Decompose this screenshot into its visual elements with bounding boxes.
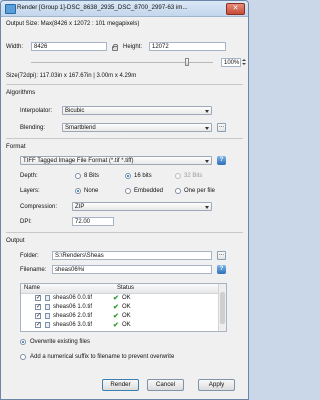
column-header-status[interactable]: Status — [117, 285, 134, 291]
divider — [6, 138, 243, 139]
suffix-radio[interactable] — [20, 354, 26, 360]
window-title: Render [Group 1]-DSC_8638_2935_DSC_8700_… — [17, 4, 188, 11]
layers-one-per-file-radio[interactable] — [175, 188, 181, 194]
layers-embedded-radio[interactable] — [125, 188, 131, 194]
scrollbar-thumb[interactable] — [220, 292, 225, 324]
layers-one-per-file-label: One per file — [184, 188, 216, 194]
close-button[interactable]: ✕ — [226, 3, 245, 15]
interpolator-select[interactable]: Bicubic — [62, 106, 212, 115]
scale-slider-handle[interactable] — [185, 58, 189, 66]
depth-label: Depth: — [20, 173, 38, 179]
overwrite-radio[interactable] — [20, 339, 26, 345]
table-scrollbar[interactable] — [218, 284, 226, 331]
algorithms-section-label: Algorithms — [6, 89, 36, 96]
check-icon: ✔ — [113, 322, 119, 329]
output-size-header: Output Size: Max(8426 x 12072 : 101 mega… — [6, 21, 140, 27]
help-icon[interactable]: ? — [217, 156, 226, 165]
render-dialog: Render [Group 1]-DSC_8638_2935_DSC_8700_… — [0, 0, 249, 400]
app-icon — [5, 4, 16, 14]
table-row[interactable]: ✓ sheas06 3.0.tif ✔ OK — [21, 321, 226, 330]
row-checkbox[interactable]: ✓ — [35, 313, 41, 319]
divider — [6, 232, 243, 233]
row-filename: sheas06 2.0.tif — [53, 313, 93, 319]
format-select[interactable]: TIFF Tagged Image File Format (*.tif *.t… — [20, 156, 212, 165]
output-files-table: Name Status ✓ sheas06 0.0.tif ✔ OK ✓ she… — [20, 283, 227, 332]
depth-32-label: 32 Bits — [184, 173, 203, 179]
blending-value: Smartblend — [65, 125, 96, 131]
blending-label: Blending: — [20, 125, 46, 131]
format-section-label: Format — [6, 143, 26, 150]
chevron-down-icon — [205, 206, 209, 209]
file-icon — [45, 304, 50, 310]
depth-16-label: 16 bits — [134, 173, 152, 179]
output-section-label: Output — [6, 237, 25, 244]
chevron-down-icon — [205, 127, 209, 130]
check-icon: ✔ — [113, 313, 119, 320]
layers-none-radio[interactable] — [75, 188, 81, 194]
overwrite-label: Overwrite existing files — [30, 339, 91, 345]
scale-input[interactable]: 100% — [221, 58, 241, 67]
folder-label: Folder: — [20, 253, 39, 259]
table-row[interactable]: ✓ sheas06 0.0.tif ✔ OK — [21, 294, 226, 303]
row-filename: sheas06 1.0.tif — [53, 304, 93, 310]
height-label: Height: — [123, 44, 143, 50]
dpi-label: DPI: — [20, 219, 32, 225]
file-icon — [45, 295, 50, 301]
table-row[interactable]: ✓ sheas06 2.0.tif ✔ OK — [21, 312, 226, 321]
filename-label: Filename: — [20, 267, 47, 273]
format-value: TIFF Tagged Image File Format (*.tif *.t… — [23, 158, 134, 164]
divider — [6, 84, 243, 85]
file-icon — [45, 322, 50, 328]
column-header-name[interactable]: Name — [24, 285, 40, 291]
chevron-down-icon — [205, 110, 209, 113]
row-checkbox[interactable]: ✓ — [35, 295, 41, 301]
layers-label: Layers: — [20, 188, 40, 194]
file-icon — [45, 313, 50, 319]
depth-8-radio[interactable] — [75, 173, 81, 179]
folder-input[interactable]: S:\Renders\Sheas — [52, 251, 212, 260]
check-icon: ✔ — [113, 295, 119, 302]
scale-spin-icon[interactable] — [242, 58, 246, 66]
close-icon: ✕ — [232, 5, 239, 12]
check-icon: ✔ — [113, 304, 119, 311]
row-status: OK — [122, 295, 131, 301]
compression-value: ZIP — [75, 204, 85, 210]
interpolator-value: Bicubic — [65, 108, 85, 114]
table-row[interactable]: ✓ sheas06 1.0.tif ✔ OK — [21, 303, 226, 312]
dpi-input[interactable]: 72.00 — [72, 217, 114, 226]
layers-none-label: None — [84, 188, 99, 194]
depth-8-label: 8 Bits — [84, 173, 100, 179]
row-filename: sheas06 0.0.tif — [53, 295, 93, 301]
blending-options-button[interactable]: ... — [217, 123, 226, 132]
width-label: Width: — [6, 44, 24, 50]
depth-16-radio[interactable] — [125, 173, 131, 179]
lock-icon[interactable] — [112, 44, 118, 51]
chevron-down-icon — [205, 160, 209, 163]
compression-select[interactable]: ZIP — [72, 202, 212, 211]
help-icon[interactable]: ? — [217, 265, 226, 274]
cancel-button[interactable]: Cancel — [147, 379, 184, 391]
depth-32-radio[interactable] — [175, 173, 181, 179]
row-status: OK — [122, 322, 131, 328]
row-checkbox[interactable]: ✓ — [35, 304, 41, 310]
apply-button[interactable]: Apply — [198, 379, 235, 391]
width-input[interactable]: 8426 — [31, 42, 107, 51]
filename-input[interactable]: sheas06%i — [52, 265, 212, 274]
title-bar[interactable]: Render [Group 1]-DSC_8638_2935_DSC_8700_… — [1, 1, 248, 17]
size-readout: Size(72dpi): 117.03in x 167.67in | 3.00m… — [6, 73, 137, 79]
row-checkbox[interactable]: ✓ — [35, 322, 41, 328]
layers-embedded-label: Embedded — [134, 188, 164, 194]
interpolator-label: Interpolator: — [20, 108, 53, 114]
suffix-label: Add a numerical suffix to filename to pr… — [30, 354, 175, 360]
height-input[interactable]: 12072 — [149, 42, 226, 51]
browse-folder-button[interactable]: ... — [217, 251, 226, 260]
row-filename: sheas06 3.0.tif — [53, 322, 93, 328]
row-status: OK — [122, 313, 131, 319]
compression-label: Compression: — [20, 204, 58, 210]
row-status: OK — [122, 304, 131, 310]
blending-select[interactable]: Smartblend — [62, 123, 212, 132]
render-button[interactable]: Render — [102, 379, 139, 391]
table-header: Name Status — [21, 284, 226, 294]
